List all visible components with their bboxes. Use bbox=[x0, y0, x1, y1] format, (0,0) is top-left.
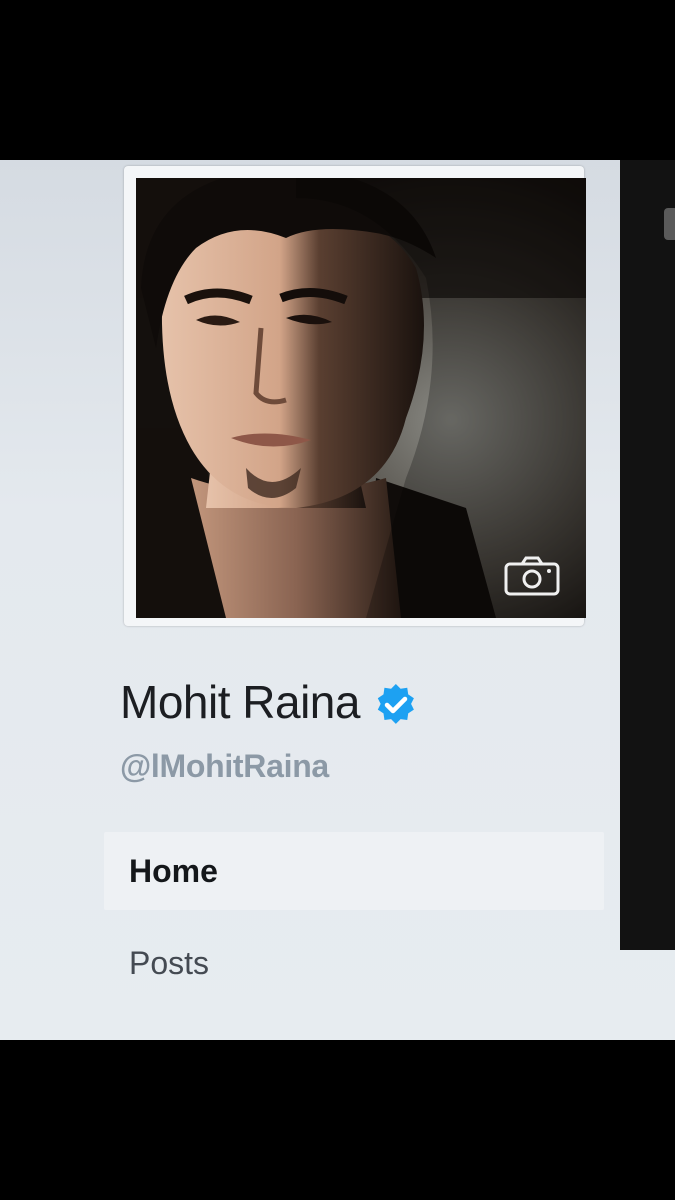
camera-icon bbox=[504, 556, 560, 596]
nav-item-home[interactable]: Home bbox=[104, 832, 604, 910]
verified-badge-icon bbox=[377, 683, 414, 724]
profile-photo[interactable] bbox=[136, 178, 586, 618]
panel-handle bbox=[664, 208, 675, 240]
profile-display-name[interactable]: Mohit Raina bbox=[120, 675, 418, 729]
profile-nav: Home Posts bbox=[104, 832, 604, 1002]
change-photo-button[interactable] bbox=[502, 554, 562, 598]
monitor-screen: Mohit Raina @lMohitRaina Home Posts bbox=[0, 160, 675, 1040]
photo-frame: Mohit Raina @lMohitRaina Home Posts bbox=[0, 0, 675, 1200]
display-name-text: Mohit Raina bbox=[120, 676, 360, 728]
profile-handle[interactable]: @lMohitRaina bbox=[120, 748, 329, 785]
right-dark-panel bbox=[620, 160, 675, 950]
nav-item-posts[interactable]: Posts bbox=[104, 924, 604, 1002]
profile-photo-card bbox=[124, 166, 586, 626]
profile-photo-image bbox=[136, 178, 586, 618]
